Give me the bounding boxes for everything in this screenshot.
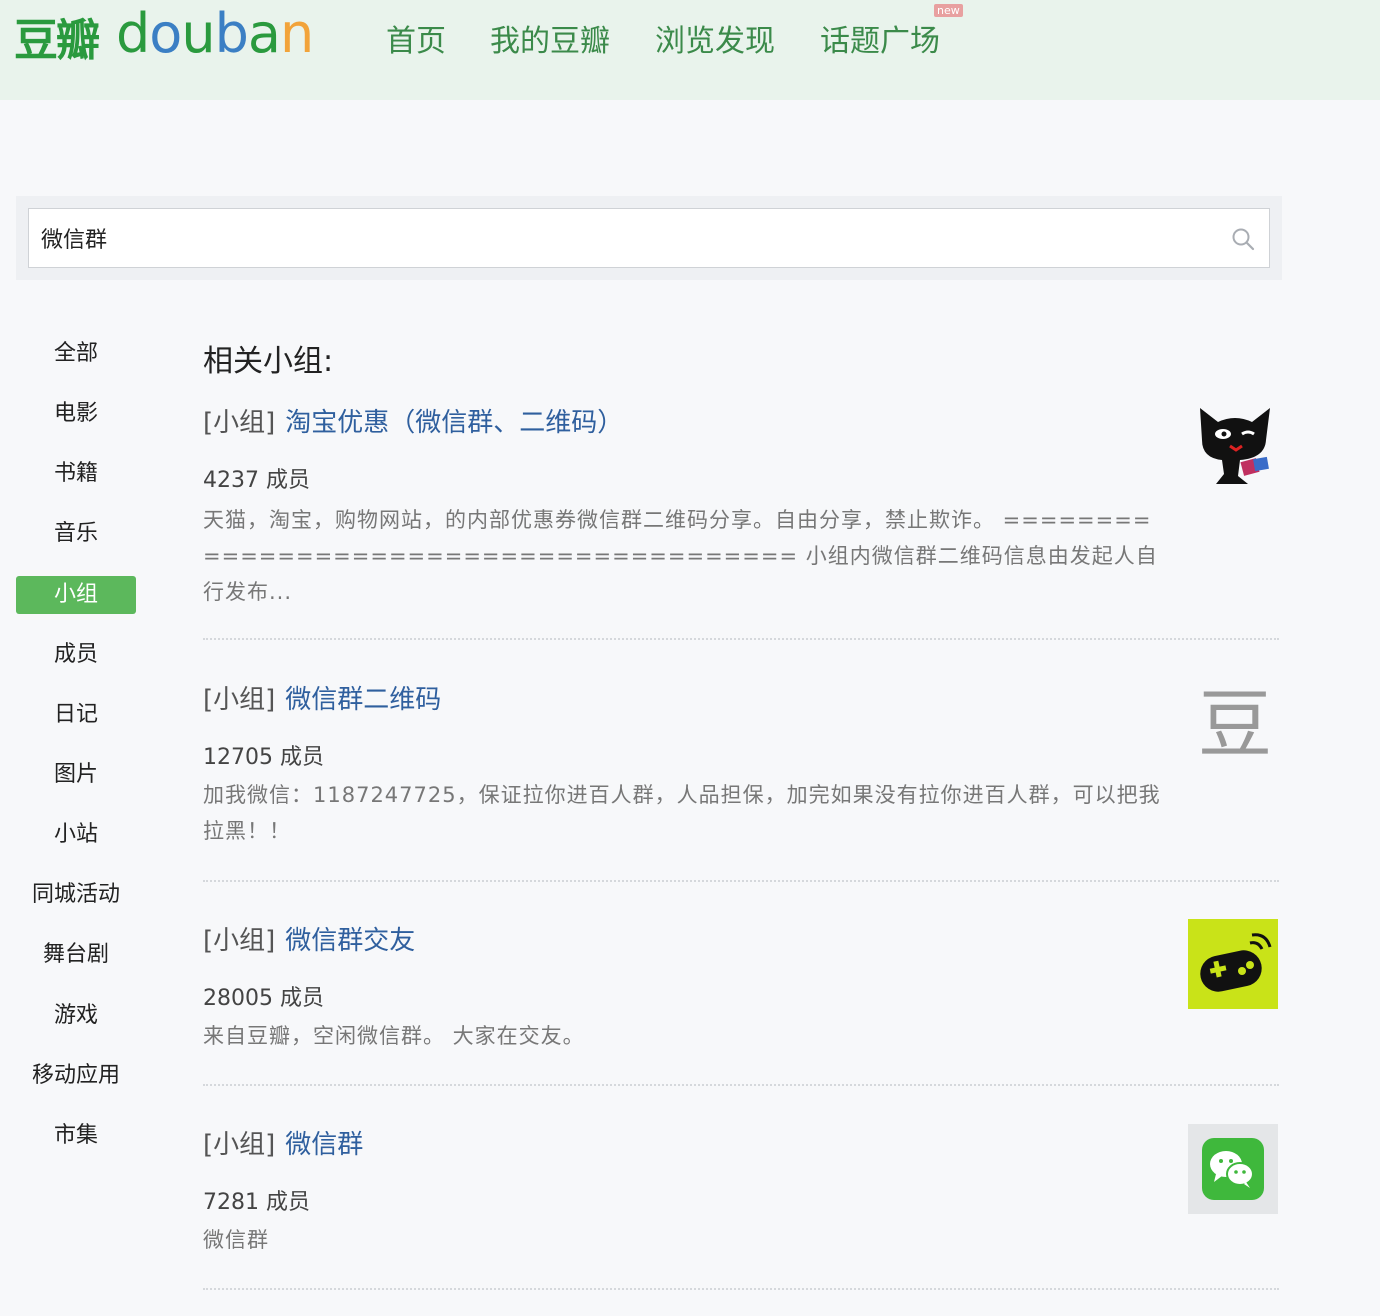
logo-letter: d — [116, 2, 150, 65]
result-description: 天猫，淘宝，购物网站，的内部优惠券微信群二维码分享。自由分享，禁止欺诈。 ===… — [203, 508, 1158, 604]
result-description: 来自豆瓣，空闲微信群。 大家在交友。 — [203, 1024, 585, 1048]
top-navigation-bar: 豆瓣 douban 首页 我的豆瓣 浏览发现 话题广场 new — [0, 0, 1380, 100]
sidebar-item-sites[interactable]: 小站 — [16, 816, 136, 854]
divider — [203, 1084, 1279, 1086]
nav-explore[interactable]: 浏览发现 — [655, 16, 775, 60]
result-title: [小组] 微信群二维码 — [203, 679, 441, 716]
dou-char-icon[interactable]: 豆 — [1190, 680, 1280, 770]
result-members: 4237 成员 — [203, 468, 310, 493]
sidebar-item-market[interactable]: 市集 — [16, 1117, 136, 1155]
result-title: [小组] 微信群交友 — [203, 920, 415, 957]
nav-home[interactable]: 首页 — [386, 16, 446, 60]
result-type: [小组] — [203, 1130, 276, 1160]
sidebar-item-groups[interactable]: 小组 — [16, 576, 136, 614]
result-description: 加我微信：1187247725，保证拉你进百人群，人品担保，加完如果没有拉你进百… — [203, 783, 1161, 843]
search-input[interactable] — [28, 208, 1270, 268]
wechat-icon[interactable] — [1188, 1124, 1278, 1214]
sidebar-item-movie[interactable]: 电影 — [16, 395, 136, 433]
result-description: 微信群 — [203, 1228, 269, 1252]
result-title: [小组] 淘宝优惠（微信群、二维码） — [203, 402, 623, 439]
result-name-link[interactable]: 淘宝优惠（微信群、二维码） — [285, 408, 623, 438]
sidebar-item-books[interactable]: 书籍 — [16, 455, 136, 493]
result-members: 28005 成员 — [203, 986, 324, 1011]
logo-letter: u — [181, 2, 215, 65]
result-name-link[interactable]: 微信群 — [285, 1130, 363, 1160]
result-type: [小组] — [203, 685, 276, 715]
result-name-link[interactable]: 微信群交友 — [285, 926, 415, 956]
nav-my-douban[interactable]: 我的豆瓣 — [490, 16, 610, 60]
sidebar-item-photos[interactable]: 图片 — [16, 756, 136, 794]
divider — [203, 880, 1279, 882]
sidebar-item-games[interactable]: 游戏 — [16, 997, 136, 1035]
new-badge: new — [934, 4, 963, 17]
black-cat-icon[interactable] — [1190, 400, 1280, 490]
sidebar-item-members[interactable]: 成员 — [16, 636, 136, 674]
sidebar-item-diary[interactable]: 日记 — [16, 696, 136, 734]
divider — [203, 638, 1279, 640]
logo-letter: b — [214, 2, 249, 65]
divider — [203, 1288, 1279, 1290]
sidebar-item-all[interactable]: 全部 — [16, 335, 136, 373]
result-name-link[interactable]: 微信群二维码 — [285, 685, 441, 715]
logo-letter: a — [247, 2, 281, 65]
logo-cn-text: 豆瓣 — [14, 15, 100, 66]
section-title: 相关小组: — [203, 344, 334, 379]
result-title: [小组] 微信群 — [203, 1124, 363, 1161]
result-type: [小组] — [203, 926, 276, 956]
result-members: 12705 成员 — [203, 745, 324, 770]
result-type: [小组] — [203, 408, 276, 438]
logo-letter: n — [279, 2, 314, 65]
result-members: 7281 成员 — [203, 1190, 310, 1215]
gamepad-icon[interactable] — [1188, 919, 1278, 1009]
search-icon[interactable] — [1230, 226, 1256, 252]
logo-letter: o — [149, 2, 182, 65]
sidebar-item-apps[interactable]: 移动应用 — [16, 1057, 136, 1095]
sidebar-item-events[interactable]: 同城活动 — [16, 876, 136, 914]
logo-en-text: douban — [116, 2, 314, 65]
sidebar-item-drama[interactable]: 舞台剧 — [16, 936, 136, 974]
sidebar-item-music[interactable]: 音乐 — [16, 515, 136, 553]
nav-topics[interactable]: 话题广场 — [820, 16, 940, 60]
